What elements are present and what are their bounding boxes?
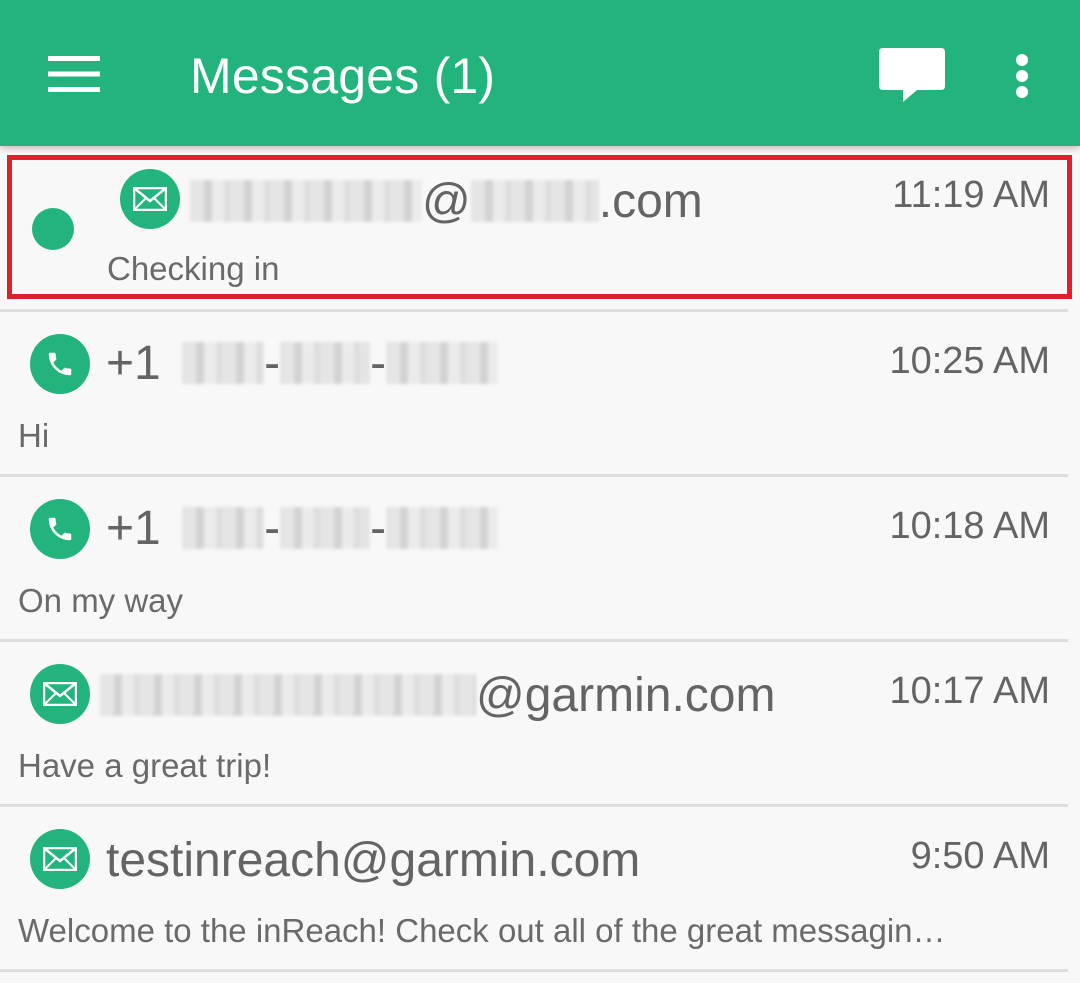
redacted-text <box>100 674 476 717</box>
message-time: 10:17 AM <box>889 670 1050 712</box>
redacted-text <box>280 342 371 385</box>
new-message-button[interactable] <box>870 40 954 112</box>
chat-bubble-icon <box>879 48 945 102</box>
sender-separator: - <box>264 337 281 390</box>
menu-button[interactable] <box>36 38 112 110</box>
phone-icon <box>30 499 90 559</box>
email-icon <box>30 664 90 724</box>
sender-separator: - <box>370 337 387 390</box>
message-sender: +1 - - <box>106 499 499 559</box>
sender-at: @ <box>422 175 471 228</box>
hamburger-menu-icon <box>48 56 100 92</box>
message-preview: Have a great trip! <box>18 747 272 784</box>
email-icon <box>120 169 180 229</box>
message-row[interactable]: @garmin.com 10:17 AM Have a great trip! <box>0 642 1080 808</box>
message-preview: Checking in <box>107 250 280 287</box>
message-sender: testinreach@garmin.com <box>106 834 641 887</box>
sender-country-code: +1 <box>106 337 161 390</box>
sender-separator: - <box>370 502 387 555</box>
message-time: 9:50 AM <box>910 835 1050 877</box>
sender-country-code: +1 <box>106 502 161 555</box>
redacted-text <box>182 342 265 385</box>
email-icon <box>30 829 90 889</box>
message-sender: +1 - - <box>106 334 499 394</box>
page-title: Messages (1) <box>190 48 496 104</box>
message-time: 11:19 AM <box>892 174 1050 216</box>
redacted-text <box>182 507 265 550</box>
message-row[interactable]: +1 - - 10:18 AM On my way <box>0 477 1080 643</box>
redacted-text <box>386 342 499 385</box>
message-row[interactable]: @ .com 11:19 AM Checking in <box>0 146 1080 312</box>
phone-icon <box>30 334 90 394</box>
more-vert-icon <box>1016 54 1028 98</box>
redacted-text <box>190 180 422 223</box>
redacted-text <box>280 507 371 550</box>
message-preview: On my way <box>18 582 184 619</box>
more-options-button[interactable] <box>994 40 1050 112</box>
sender-domain-suffix: .com <box>598 175 703 228</box>
message-time: 10:25 AM <box>889 340 1050 382</box>
unread-indicator <box>32 208 74 250</box>
message-preview: Welcome to the inReach! Check out all of… <box>18 912 946 949</box>
message-preview: Hi <box>18 417 50 454</box>
redacted-text <box>470 180 599 223</box>
message-sender: @garmin.com <box>100 666 775 726</box>
redacted-text <box>386 507 499 550</box>
app-bar: Messages (1) <box>0 0 1080 146</box>
message-row[interactable]: testinreach@garmin.com 9:50 AM Welcome t… <box>0 807 1080 973</box>
sender-separator: - <box>264 502 281 555</box>
message-row[interactable]: +1 - - 10:25 AM Hi <box>0 312 1080 478</box>
message-sender: @ .com <box>190 172 703 232</box>
row-divider <box>0 969 1068 972</box>
message-time: 10:18 AM <box>889 505 1050 547</box>
sender-domain-suffix: @garmin.com <box>476 669 776 722</box>
